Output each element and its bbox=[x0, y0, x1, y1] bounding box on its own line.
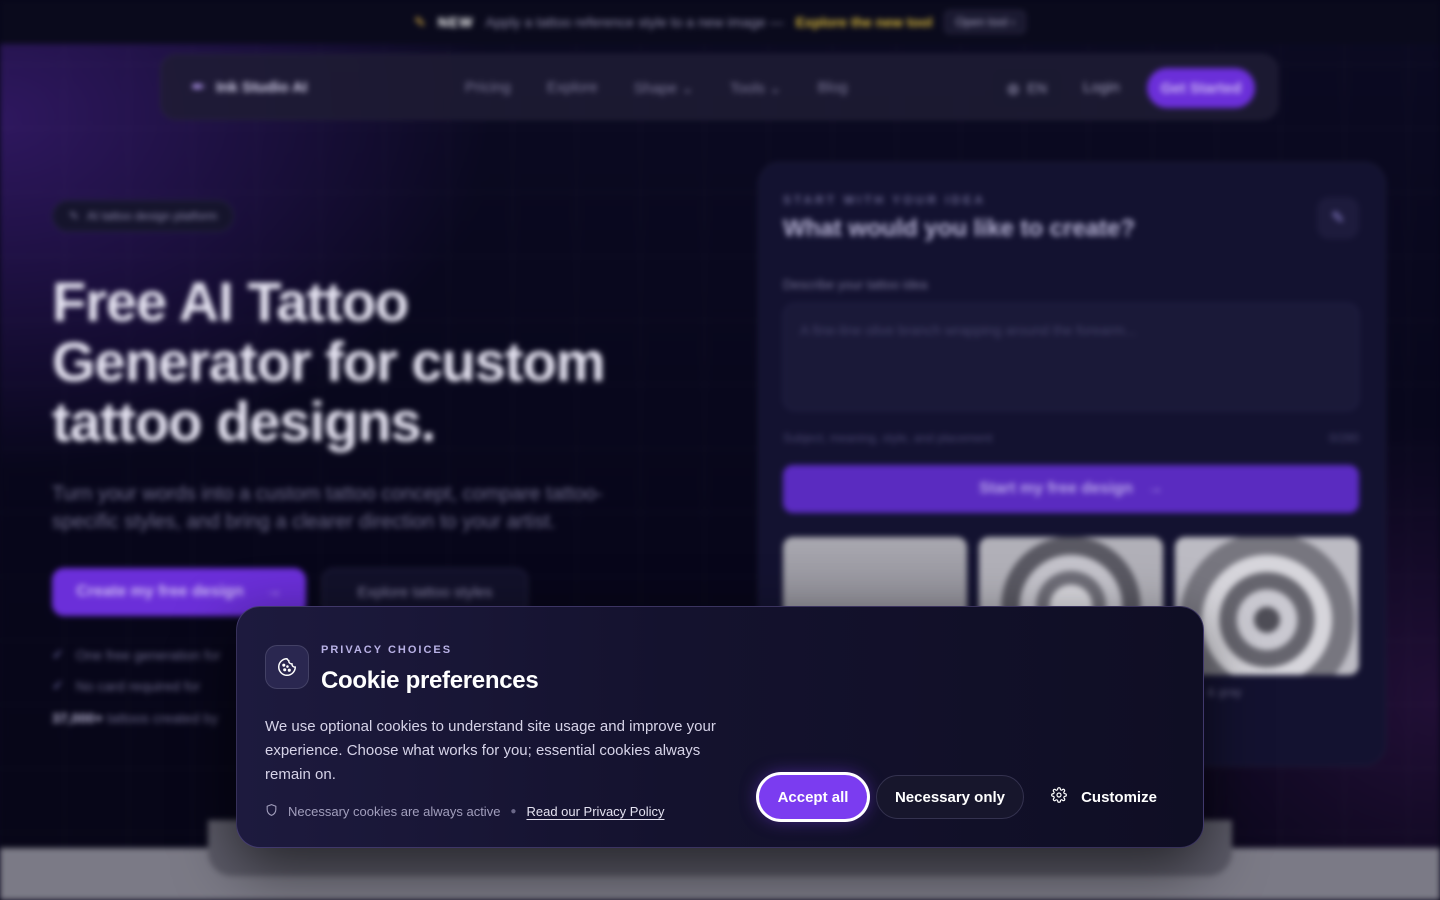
hero-pill: ✎ AI tattoo design platform bbox=[52, 200, 235, 232]
language-switcher[interactable]: ◍ EN bbox=[993, 69, 1061, 107]
cookie-footer: Necessary cookies are always active ● Re… bbox=[265, 803, 664, 820]
thumbnail-caption: & gray bbox=[1207, 685, 1242, 699]
nav-link-explore[interactable]: Explore bbox=[547, 79, 598, 97]
necessary-only-button[interactable]: Necessary only bbox=[876, 775, 1024, 819]
shield-icon bbox=[265, 803, 278, 820]
check-icon: ✓ bbox=[52, 677, 64, 693]
arrow-right-icon: → bbox=[265, 583, 282, 600]
panel-question: What would you like to create? bbox=[783, 215, 1136, 242]
open-tool-button[interactable]: Open tool › bbox=[944, 10, 1026, 34]
idea-placeholder: A fine-line olive branch wrapping around… bbox=[800, 322, 1137, 338]
globe-icon: ◍ bbox=[1007, 79, 1020, 96]
hero-pill-text: AI tattoo design platform bbox=[87, 209, 218, 223]
cookie-icon bbox=[265, 645, 309, 689]
nav-link-blog[interactable]: Blog bbox=[818, 79, 848, 97]
brand-name: Ink Studio AI bbox=[216, 79, 308, 96]
nav-link-shape[interactable]: Shape ⌄ bbox=[634, 79, 694, 97]
customize-button[interactable]: Customize bbox=[1039, 775, 1169, 819]
top-navbar: ✒ Ink Studio AI Pricing Explore Shape ⌄ … bbox=[160, 54, 1278, 120]
announcement-text: Apply a tattoo reference style to a new … bbox=[485, 14, 784, 30]
always-active-note: Necessary cookies are always active bbox=[288, 804, 501, 819]
nav-link-tools[interactable]: Tools ⌄ bbox=[730, 79, 782, 97]
arrow-right-icon: → bbox=[1146, 480, 1163, 497]
pen-icon: ✒ bbox=[191, 77, 207, 97]
announcement-link[interactable]: Explore the new tool bbox=[796, 14, 933, 30]
separator-dot: ● bbox=[510, 806, 517, 817]
announcement-badge: NEW bbox=[437, 14, 474, 30]
announcement-bar: ✎ NEW Apply a tattoo reference style to … bbox=[0, 0, 1440, 44]
wand-icon[interactable]: ✎ bbox=[1317, 197, 1359, 239]
hero-title-line: Generator for custom bbox=[52, 330, 606, 393]
accept-all-button[interactable]: Accept all bbox=[759, 775, 867, 819]
idea-textarea[interactable]: A fine-line olive branch wrapping around… bbox=[783, 303, 1359, 411]
cookie-title: Cookie preferences bbox=[321, 667, 539, 694]
cookie-eyebrow: PRIVACY CHOICES bbox=[321, 644, 453, 656]
hero-title: Free AI Tattoo Generator for custom tatt… bbox=[52, 272, 692, 452]
privacy-policy-link[interactable]: Read our Privacy Policy bbox=[526, 804, 664, 819]
brand-logo[interactable]: ✒ Ink Studio AI bbox=[191, 77, 307, 98]
get-started-button[interactable]: Get Started bbox=[1147, 68, 1255, 108]
check-icon: ✓ bbox=[52, 646, 64, 662]
hero-subtitle: Turn your words into a custom tattoo con… bbox=[52, 483, 603, 533]
customize-label: Customize bbox=[1081, 788, 1157, 806]
hero-title-line: Free AI Tattoo bbox=[52, 270, 409, 333]
sparkle-icon: ✎ bbox=[414, 13, 426, 30]
nav-links: Pricing Explore Shape ⌄ Tools ⌄ Blog bbox=[465, 79, 848, 97]
nav-link-pricing[interactable]: Pricing bbox=[465, 79, 511, 97]
cookie-description: We use optional cookies to understand si… bbox=[265, 718, 716, 783]
char-counter: 0/280 bbox=[1328, 431, 1359, 445]
cookie-dialog: PRIVACY CHOICES Cookie preferences We us… bbox=[236, 606, 1204, 848]
idea-field-label: Describe your tattoo idea bbox=[783, 277, 928, 292]
start-design-button[interactable]: Start my free design → bbox=[783, 465, 1359, 513]
idea-helper: Subject, meaning, style, and placement 0… bbox=[783, 431, 1359, 445]
login-link[interactable]: Login bbox=[1083, 79, 1120, 96]
hero-title-line: tattoo designs. bbox=[52, 390, 436, 453]
gear-icon bbox=[1051, 787, 1067, 807]
sparkle-icon: ✎ bbox=[69, 209, 80, 223]
panel-eyebrow: START WITH YOUR IDEA bbox=[783, 193, 986, 207]
language-label: EN bbox=[1027, 80, 1047, 96]
